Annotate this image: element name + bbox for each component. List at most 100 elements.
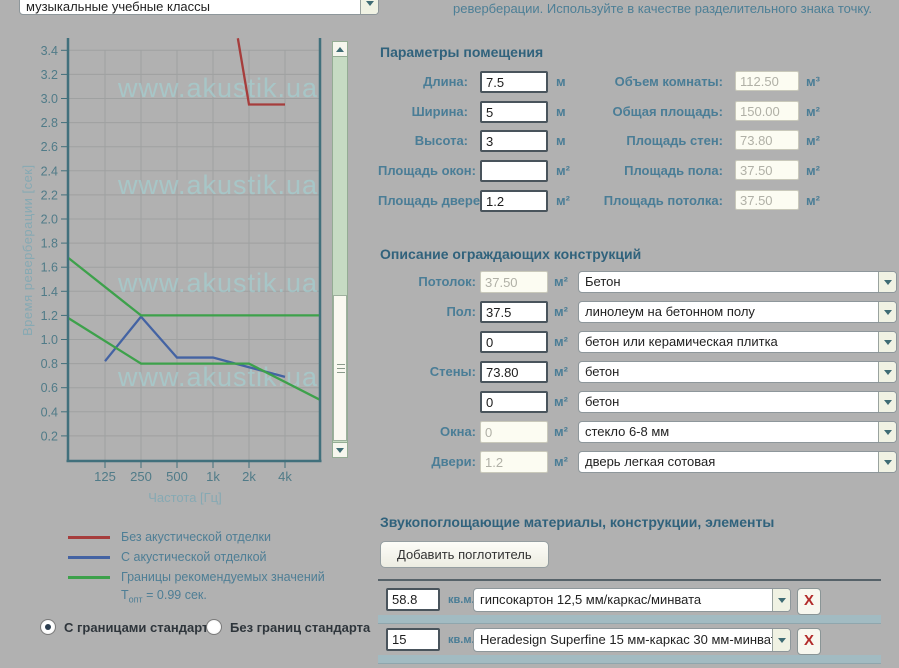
legend-label: С акустической отделкой: [121, 550, 267, 564]
ceiling-material-select[interactable]: Бетон: [578, 271, 897, 293]
ceiling-area-label: Площадь потолка:: [560, 190, 723, 212]
absorber1-remove-button[interactable]: X: [797, 588, 821, 615]
legend-item: Границы рекомендуемых значений: [68, 569, 325, 585]
reverberation-calculator-page: музыкальные учебные классы реверберации.…: [0, 0, 899, 668]
windows-surface-input: [480, 421, 548, 443]
doors-surface-input: [480, 451, 548, 473]
windows-label: Окна:: [378, 421, 476, 443]
separator-line: [378, 579, 881, 581]
select-button[interactable]: [878, 392, 896, 412]
unit-label: м²: [554, 361, 568, 383]
blue-line-swatch: [68, 556, 110, 559]
green-line-swatch: [68, 576, 110, 579]
y-tick-label: 2.0: [41, 213, 58, 227]
unit-label: м²: [554, 331, 568, 353]
x-axis-title: Частота [Гц]: [100, 490, 270, 505]
select-button[interactable]: [878, 272, 896, 292]
legend-item: Без акустической отделки: [68, 529, 271, 545]
add-absorber-button[interactable]: Добавить поглотитель: [380, 541, 549, 568]
selected-material: бетон: [579, 392, 878, 412]
walls-area-output: [735, 130, 799, 150]
windows-area-input[interactable]: [480, 160, 548, 182]
legend-label: Границы рекомендуемых значений: [121, 570, 325, 584]
row-divider: [378, 655, 881, 664]
select-button[interactable]: [772, 629, 790, 651]
arrow-up-icon: [336, 43, 344, 52]
scroll-up-button[interactable]: [333, 42, 347, 57]
row-divider: [378, 615, 881, 624]
selected-material: бетон или керамическая плитка: [579, 332, 878, 352]
walls-area-unit: м²: [806, 130, 820, 152]
ceiling-surface-input: [480, 271, 548, 293]
absorber1-material-select[interactable]: гипсокартон 12,5 мм/каркас/минвата: [473, 588, 791, 612]
doors-area-label: Площадь дверей:: [378, 190, 468, 212]
length-label: Длина:: [378, 71, 468, 93]
unit-label: м²: [554, 301, 568, 323]
chevron-down-icon: [884, 370, 892, 379]
legend-item: С акустической отделкой: [68, 549, 267, 565]
width-input[interactable]: [480, 101, 548, 123]
doors-material-select[interactable]: дверь легкая сотовая: [578, 451, 897, 473]
absorber2-remove-button[interactable]: X: [797, 628, 821, 655]
walls-material-select[interactable]: бетон: [578, 361, 897, 383]
chevron-down-icon: [778, 598, 786, 607]
walls-area-label: Площадь стен:: [560, 130, 723, 152]
height-input[interactable]: [480, 130, 548, 152]
selected-material: Бетон: [579, 272, 878, 292]
windows-material-select[interactable]: стекло 6-8 мм: [578, 421, 897, 443]
section-title-absorbers: Звукопоглощающие материалы, конструкции,…: [380, 514, 774, 530]
doors-area-input[interactable]: [480, 190, 548, 212]
chevron-down-icon: [884, 340, 892, 349]
absorber2-unit: кв.м.: [448, 628, 475, 652]
selected-material: стекло 6-8 мм: [579, 422, 878, 442]
floor2-material-select[interactable]: бетон или керамическая плитка: [578, 331, 897, 353]
selected-material: гипсокартон 12,5 мм/каркас/минвата: [474, 589, 772, 611]
ceiling-area-unit: м²: [806, 190, 820, 212]
width-label: Ширина:: [378, 101, 468, 123]
select-button[interactable]: [772, 589, 790, 611]
windows-area-label: Площадь окон:: [378, 160, 468, 182]
unit-label: м²: [554, 451, 568, 473]
y-tick-label: 1.8: [41, 237, 58, 251]
walls2-surface-input[interactable]: [480, 391, 548, 413]
select-button[interactable]: [878, 332, 896, 352]
volume-output: [735, 71, 799, 91]
select-button[interactable]: [878, 452, 896, 472]
selected-material: дверь легкая сотовая: [579, 452, 878, 472]
floor-area-unit: м²: [806, 160, 820, 182]
absorber2-material-select[interactable]: Heradesign Superfine 15 мм-каркас 30 мм-…: [473, 628, 791, 652]
floor-material-select[interactable]: линолеум на бетонном полу: [578, 301, 897, 323]
red-line-swatch: [68, 536, 110, 539]
height-label: Высота:: [378, 130, 468, 152]
unit-label: м²: [554, 421, 568, 443]
total-area-output: [735, 101, 799, 121]
total-area-label: Общая площадь:: [560, 101, 723, 123]
y-tick-label: 3.4: [41, 44, 58, 58]
section-title-room-params: Параметры помещения: [380, 44, 543, 60]
unit-label: м²: [554, 271, 568, 293]
selected-material: линолеум на бетонном полу: [579, 302, 878, 322]
walls-surface-input[interactable]: [480, 361, 548, 383]
floor-area-label: Площадь пола:: [560, 160, 723, 182]
volume-label: Объем комнаты:: [560, 71, 723, 93]
chevron-down-icon: [884, 280, 892, 289]
length-input[interactable]: [480, 71, 548, 93]
select-button[interactable]: [878, 422, 896, 442]
absorber1-area-input[interactable]: [386, 588, 440, 611]
select-button[interactable]: [878, 302, 896, 322]
absorber2-area-input[interactable]: [386, 628, 440, 651]
floor2-surface-input[interactable]: [480, 331, 548, 353]
chevron-down-icon: [884, 310, 892, 319]
absorber1-unit: кв.м.: [448, 588, 475, 612]
select-button[interactable]: [878, 362, 896, 382]
chevron-down-icon: [884, 460, 892, 469]
walls2-material-select[interactable]: бетон: [578, 391, 897, 413]
instruction-text: реверберации. Используйте в качестве раз…: [453, 1, 893, 16]
floor-surface-input[interactable]: [480, 301, 548, 323]
chevron-down-icon: [778, 638, 786, 647]
ceiling-label: Потолок:: [378, 271, 476, 293]
volume-unit: м³: [806, 71, 820, 93]
legend-label: Без акустической отделки: [121, 530, 271, 544]
unit-label: м²: [554, 391, 568, 413]
walls-label: Стены:: [378, 361, 476, 383]
